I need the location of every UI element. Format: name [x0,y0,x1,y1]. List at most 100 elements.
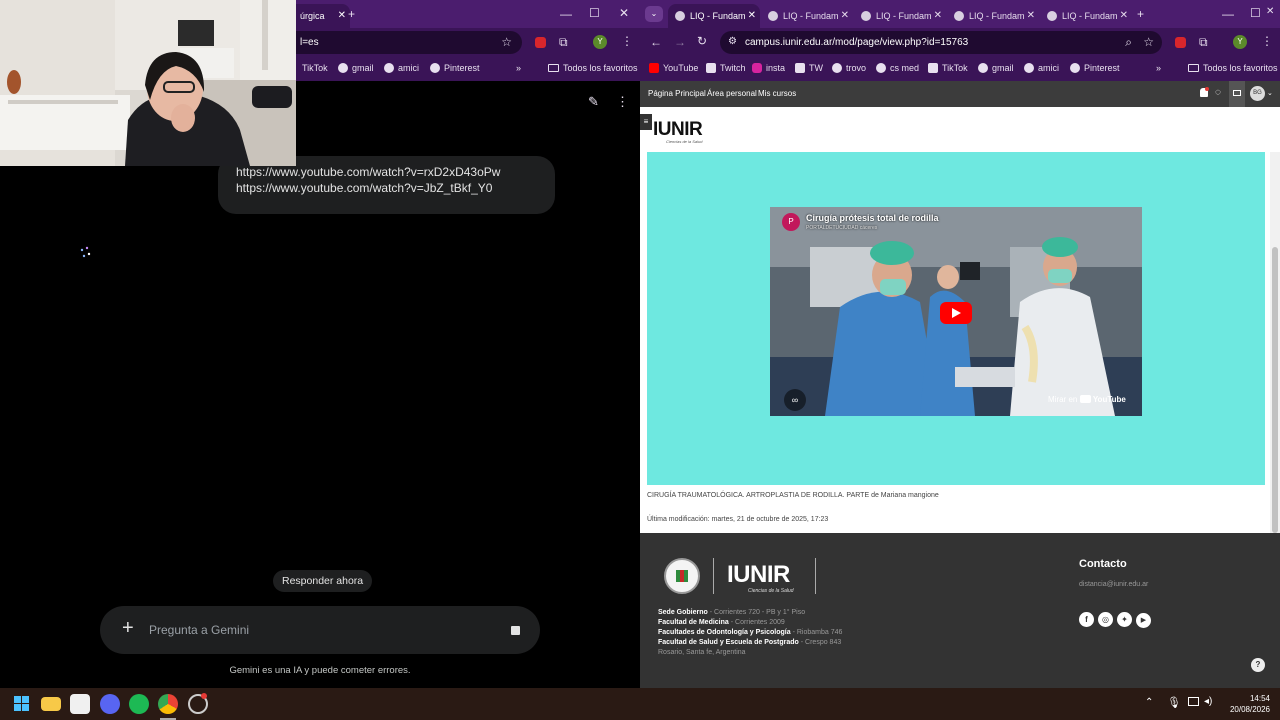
back-arrow-icon[interactable]: ← [650,36,662,48]
volume-icon[interactable]: ◂) [1204,696,1212,707]
bookmark-gmail[interactable]: gmail [338,63,374,73]
caption-title: CIRUGÍA TRAUMATOLÓGICA. ARTROPLASTIA DE … [647,492,870,499]
file-explorer-icon[interactable] [41,697,61,711]
user-avatar[interactable]: BG [1250,86,1265,101]
tab-liq-4[interactable]: LIQ - Fundam ✕ [947,4,1039,28]
clock[interactable]: 14:54 20/08/2026 [1220,693,1270,715]
close-tab-icon[interactable]: ✕ [1120,4,1128,28]
discord-icon[interactable] [100,694,120,714]
windows-start-icon[interactable] [12,694,32,714]
user-menu-chevron-icon[interactable]: ⌄ [1267,89,1273,97]
minimize-icon[interactable]: — [1222,8,1234,20]
bookmark-tw[interactable]: TW [795,63,823,73]
watch-on-youtube-link[interactable]: Mirar en YouTube [1048,395,1126,404]
system-tray-chevron-icon[interactable]: ⌃ [1145,697,1153,708]
bookmark-label: gmail [352,63,374,73]
new-tab-icon[interactable]: + [1137,8,1144,20]
close-window-icon[interactable]: ✕ [1266,7,1274,17]
gemini-prompt-input[interactable]: + Pregunta a Gemini [100,606,540,654]
close-window-icon[interactable]: ✕ [619,7,629,19]
nav-home[interactable]: Página Principal [648,89,706,98]
tab-search-icon[interactable]: ⌄ [645,6,663,22]
new-chat-icon[interactable]: ✎ [588,95,599,108]
bookmark-amici[interactable]: amici [384,63,419,73]
close-tab-icon[interactable]: ✕ [748,4,756,28]
bookmark-amici[interactable]: amici [1024,63,1059,73]
address-line: Facultad de Medicina - Corrientes 2009 [658,618,842,628]
forward-arrow-icon[interactable]: → [674,36,686,48]
copy-link-icon[interactable]: ∞ [784,389,806,411]
more-bookmarks-icon[interactable]: » [1156,63,1161,73]
menu-kebab-icon[interactable]: ⋮ [1261,35,1273,47]
youtube-icon[interactable]: ▶ [1136,613,1151,628]
channel-avatar[interactable]: P [782,213,800,231]
twitter-icon[interactable]: ✦ [1117,612,1132,627]
menu-kebab-icon[interactable]: ⋮ [621,35,633,47]
respond-now-button[interactable]: Responder ahora [273,570,373,592]
profile-avatar[interactable]: Y [593,35,607,49]
bookmark-star-icon[interactable]: ☆ [501,36,512,48]
bookmark-trovo[interactable]: trovo [832,63,866,73]
microphone-icon[interactable]: 🎙 [1167,696,1181,709]
tab-liq-5[interactable]: LIQ - Fundam ✕ [1040,4,1132,28]
add-attachment-icon[interactable]: + [122,618,134,638]
zoom-search-icon[interactable]: ⌕ [1125,36,1132,48]
help-icon[interactable]: ? [1251,658,1265,672]
favorites-folder[interactable]: Todos los favoritos [548,63,638,73]
bookmark-label: TW [809,63,823,73]
drawer-toggle-icon[interactable]: ≡ [640,114,652,130]
maximize-icon[interactable]: ☐ [1250,7,1261,19]
bookmark-twitch[interactable]: Twitch [706,63,746,73]
page-scrollbar[interactable] [1270,152,1280,533]
mail-icon-wrap[interactable] [1229,81,1245,107]
iunir-logo[interactable]: IUNIR [653,119,703,141]
new-tab-icon[interactable]: + [348,8,355,20]
bookmark-tiktok[interactable]: TikTok [302,63,328,73]
maximize-icon[interactable]: ☐ [589,7,600,19]
microsoft-store-icon[interactable] [70,694,90,714]
youtube-embed[interactable]: P Cirugía prótesis total de rodilla PORT… [770,207,1142,416]
chrome-icon[interactable] [158,694,178,714]
instagram-icon[interactable]: ◎ [1098,612,1113,627]
tab-liq-2[interactable]: LIQ - Fundam ✕ [761,4,853,28]
close-tab-icon[interactable]: ✕ [338,4,346,28]
bookmark-gmail[interactable]: gmail [978,63,1014,73]
extensions-puzzle-icon[interactable]: ⧉ [559,36,568,48]
more-bookmarks-icon[interactable]: » [516,63,521,73]
tab-liq-3[interactable]: LIQ - Fundam ✕ [854,4,946,28]
bookmark-youtube[interactable]: YouTube [649,63,698,73]
nav-my-courses[interactable]: Mis cursos [758,89,796,98]
tab-liq-1[interactable]: LIQ - Fundam ✕ [668,4,760,28]
youtube-play-button[interactable] [940,302,972,324]
facebook-icon[interactable]: f [1079,612,1094,627]
extension-icon[interactable] [535,37,546,48]
extensions-puzzle-icon[interactable]: ⧉ [1199,36,1208,48]
bookmark-star-icon[interactable]: ☆ [1143,36,1154,48]
spotify-icon[interactable] [129,694,149,714]
profile-avatar[interactable]: Y [1233,35,1247,49]
favorites-folder[interactable]: Todos los favoritos [1188,63,1278,73]
reload-icon[interactable]: ↻ [697,35,707,47]
bookmark-pinterest[interactable]: Pinterest [430,63,480,73]
bookmark-cs-med[interactable]: cs med [876,63,919,73]
scrollbar-thumb[interactable] [1272,247,1278,533]
gemini-menu-icon[interactable]: ⋮ [616,95,629,108]
minimize-icon[interactable]: — [560,8,572,20]
network-icon[interactable] [1188,697,1199,706]
close-tab-icon[interactable]: ✕ [934,4,942,28]
right-address-bar[interactable]: ⚙ campus.iunir.edu.ar/mod/page/view.php?… [720,31,1162,54]
bookmark-insta[interactable]: insta [752,63,785,73]
bookmark-tiktok[interactable]: TikTok [928,63,968,73]
extension-icon[interactable] [1175,37,1186,48]
bookmark-pinterest[interactable]: Pinterest [1070,63,1120,73]
site-info-icon[interactable]: ⚙ [728,37,737,47]
video-title[interactable]: Cirugía prótesis total de rodilla [806,213,939,223]
messages-icon[interactable]: ◌ [1215,87,1221,98]
address-name: Facultad de Medicina [658,619,729,626]
contact-email[interactable]: distancia@iunir.edu.ar [1079,581,1148,588]
close-tab-icon[interactable]: ✕ [841,4,849,28]
video-channel-name: PORTALDETUCIUDAD cáceres [806,225,878,231]
nav-dashboard[interactable]: Área personal [707,89,757,98]
close-tab-icon[interactable]: ✕ [1027,4,1035,28]
stop-generation-icon[interactable] [511,626,520,635]
